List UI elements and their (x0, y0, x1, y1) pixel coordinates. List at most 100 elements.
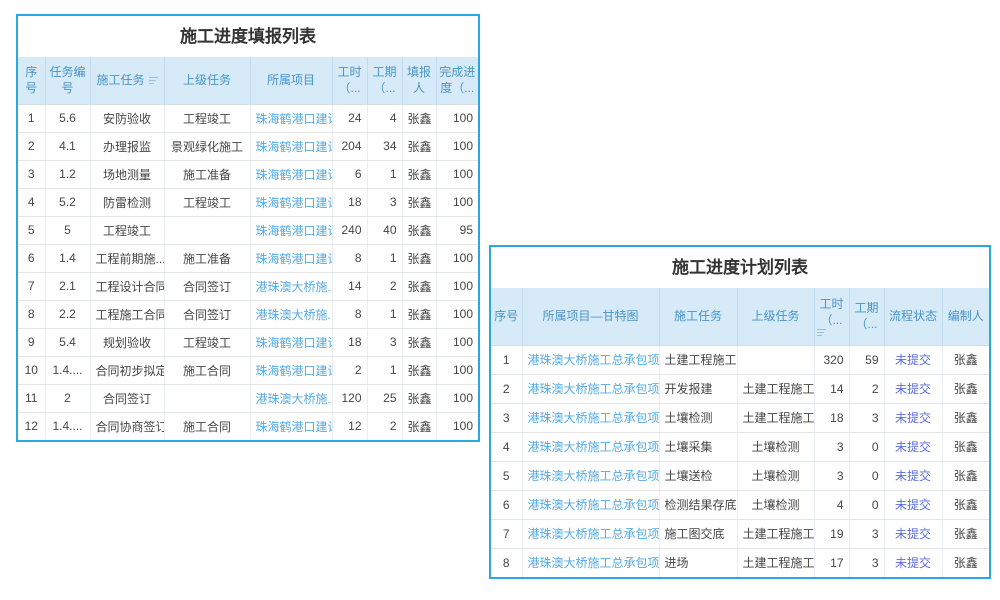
table-cell: 张鑫 (942, 345, 989, 374)
table-cell: 张鑫 (402, 272, 436, 300)
table-cell: 1.4 (45, 244, 90, 272)
project-link[interactable]: 港珠澳大桥施工总承包项目 (528, 353, 660, 367)
table-cell: 工程施工合同 (90, 300, 164, 328)
table-cell: 施工准备 (164, 244, 250, 272)
table-row: 112合同签订港珠澳大桥施...12025张鑫100 (18, 384, 478, 412)
flow-status-link[interactable]: 未提交 (895, 382, 931, 396)
project-link[interactable]: 珠海鹤港口建设 (256, 224, 333, 238)
table-cell: 合同初步拟定 (90, 356, 164, 384)
table-row: 15.6安防验收工程竣工珠海鹤港口建设244张鑫100 (18, 104, 478, 132)
table-cell: 张鑫 (402, 328, 436, 356)
table-cell: 6 (491, 490, 522, 519)
table-row: 7港珠澳大桥施工总承包项目施工图交底土建工程施工193未提交张鑫 (491, 519, 989, 548)
table-cell: 2.1 (45, 272, 90, 300)
flow-status-link[interactable]: 未提交 (895, 353, 931, 367)
table-cell: 100 (436, 300, 478, 328)
table-cell: 18 (332, 188, 367, 216)
project-link[interactable]: 港珠澳大桥施工总承包项目 (528, 382, 660, 396)
column-header: 工期（... (849, 288, 884, 345)
project-link[interactable]: 港珠澳大桥施... (256, 280, 333, 294)
table-cell: 办理报监 (90, 132, 164, 160)
table-cell: 珠海鹤港口建设 (250, 104, 332, 132)
table-cell: 3 (367, 328, 402, 356)
table-cell: 张鑫 (402, 104, 436, 132)
table-cell: 港珠澳大桥施工总承包项目 (522, 374, 659, 403)
sort-icon[interactable] (817, 329, 847, 336)
table-cell: 100 (436, 104, 478, 132)
column-header-label: 施工任务 (96, 73, 144, 87)
table-cell: 100 (436, 412, 478, 440)
table-row: 24.1办理报监景观绿化施工珠海鹤港口建设20434张鑫100 (18, 132, 478, 160)
flow-status-link[interactable]: 未提交 (895, 527, 931, 541)
table-cell: 土壤检测 (659, 403, 737, 432)
flow-status-link[interactable]: 未提交 (895, 440, 931, 454)
table-cell: 100 (436, 384, 478, 412)
table-cell: 珠海鹤港口建设 (250, 160, 332, 188)
project-link[interactable]: 港珠澳大桥施工总承包项目 (528, 411, 660, 425)
flow-status-link[interactable]: 未提交 (895, 469, 931, 483)
table-cell: 120 (332, 384, 367, 412)
flow-status-link[interactable]: 未提交 (895, 556, 931, 570)
table-cell: 240 (332, 216, 367, 244)
project-link[interactable]: 港珠澳大桥施工总承包项目 (528, 440, 660, 454)
table-cell: 34 (367, 132, 402, 160)
table-cell: 1.4.... (45, 356, 90, 384)
table-cell: 4.1 (45, 132, 90, 160)
table-cell: 工程竣工 (164, 328, 250, 356)
project-link[interactable]: 珠海鹤港口建设 (256, 168, 333, 182)
table-cell: 土壤检测 (737, 461, 814, 490)
table-cell: 工程竣工 (90, 216, 164, 244)
table-cell: 2.2 (45, 300, 90, 328)
table-cell: 港珠澳大桥施... (250, 384, 332, 412)
table-cell: 合同签订 (90, 384, 164, 412)
table-cell: 8 (332, 300, 367, 328)
flow-status-link[interactable]: 未提交 (895, 498, 931, 512)
project-link[interactable]: 珠海鹤港口建设 (256, 112, 333, 126)
table-cell: 港珠澳大桥施工总承包项目 (522, 490, 659, 519)
table-cell: 张鑫 (402, 160, 436, 188)
column-header[interactable]: 工时（... (814, 288, 849, 345)
table-cell: 1 (367, 356, 402, 384)
table-cell: 未提交 (884, 345, 942, 374)
project-link[interactable]: 港珠澳大桥施工总承包项目 (528, 469, 660, 483)
project-link[interactable]: 港珠澳大桥施工总承包项目 (528, 556, 660, 570)
table-row: 45.2防雷检测工程竣工珠海鹤港口建设183张鑫100 (18, 188, 478, 216)
table-cell: 0 (849, 490, 884, 519)
table-cell: 开发报建 (659, 374, 737, 403)
table-cell: 4 (814, 490, 849, 519)
table-cell: 土建工程施工 (737, 403, 814, 432)
table-cell: 8 (332, 244, 367, 272)
table-cell: 6 (332, 160, 367, 188)
flow-status-link[interactable]: 未提交 (895, 411, 931, 425)
column-header: 施工任务 (659, 288, 737, 345)
table-cell: 未提交 (884, 490, 942, 519)
table-cell: 工程竣工 (164, 188, 250, 216)
table-cell: 9 (18, 328, 45, 356)
project-link[interactable]: 港珠澳大桥施... (256, 392, 333, 406)
table-cell: 2 (332, 356, 367, 384)
project-link[interactable]: 珠海鹤港口建设 (256, 196, 333, 210)
project-link[interactable]: 珠海鹤港口建设 (256, 252, 333, 266)
column-header-label: 完成进度（... (439, 65, 475, 95)
project-link[interactable]: 港珠澳大桥施工总承包项目 (528, 498, 660, 512)
project-link[interactable]: 港珠澳大桥施... (256, 308, 333, 322)
column-header-label: 任务编号 (49, 65, 85, 95)
project-link[interactable]: 珠海鹤港口建设 (256, 420, 333, 434)
project-link[interactable]: 珠海鹤港口建设 (256, 336, 333, 350)
project-link[interactable]: 珠海鹤港口建设 (256, 140, 333, 154)
table-cell: 100 (436, 328, 478, 356)
table-cell: 2 (367, 412, 402, 440)
sort-icon[interactable] (149, 77, 158, 84)
table-cell: 施工图交底 (659, 519, 737, 548)
project-link[interactable]: 珠海鹤港口建设 (256, 364, 333, 378)
table-cell: 张鑫 (942, 461, 989, 490)
table-cell: 100 (436, 160, 478, 188)
progress-plan-table: 序号所属项目—甘特图施工任务上级任务工时（...工期（...流程状态编制人1港珠… (491, 288, 989, 577)
table-row: 3港珠澳大桥施工总承包项目土壤检测土建工程施工183未提交张鑫 (491, 403, 989, 432)
table-cell: 珠海鹤港口建设 (250, 356, 332, 384)
project-link[interactable]: 港珠澳大桥施工总承包项目 (528, 527, 660, 541)
table-cell: 320 (814, 345, 849, 374)
column-header[interactable]: 施工任务 (90, 57, 164, 104)
table-cell: 合同签订 (164, 272, 250, 300)
table-cell: 合同签订 (164, 300, 250, 328)
